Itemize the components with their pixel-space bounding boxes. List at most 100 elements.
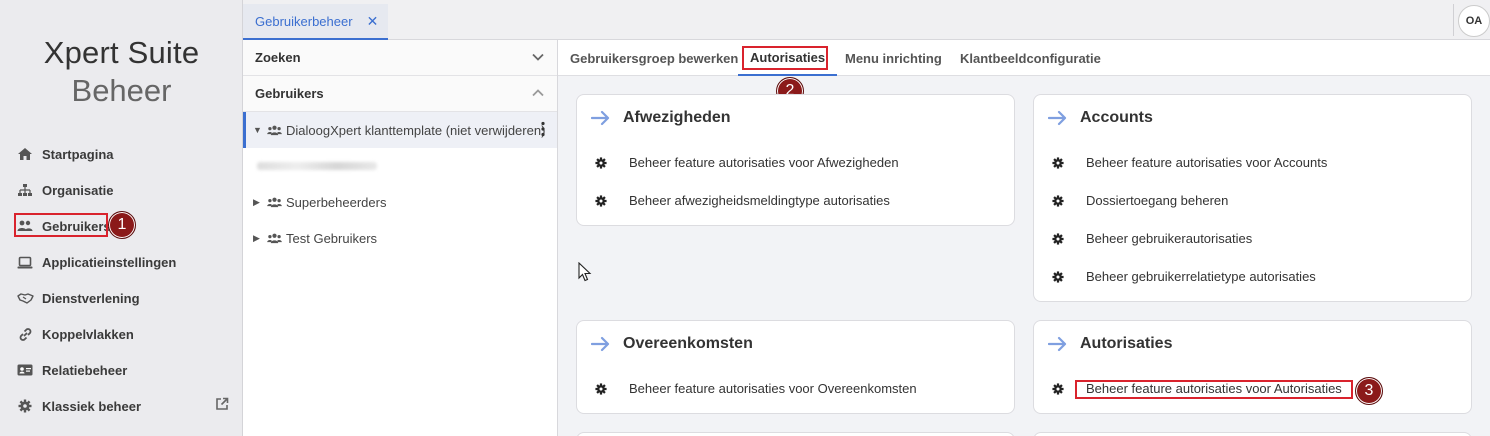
arrow-right-icon — [591, 110, 611, 126]
tree-node-superbeheerders[interactable]: ▶ Superbeheerders — [243, 184, 557, 220]
card-title-label: Overeenkomsten — [623, 335, 753, 352]
avatar[interactable]: OA — [1458, 5, 1490, 37]
card-accounts: Accounts Beheer feature autorisaties voo… — [1033, 94, 1472, 302]
tab-menu-inrichting[interactable]: Menu inrichting — [845, 40, 942, 76]
sidebar-item-label: Klassiek beheer — [42, 398, 142, 414]
sub-tab-bar: Gebruikersgroep bewerken Autorisaties Me… — [558, 40, 1490, 76]
tree-node-label: Superbeheerders — [286, 194, 387, 210]
link-afwezigheidsmeldingtype[interactable]: Beheer afwezigheidsmeldingtype autorisat… — [595, 193, 890, 208]
sidebar: Xpert Suite Beheer Startpagina Organisat… — [0, 0, 243, 436]
tree-node-dialoogxpert[interactable]: ▼ DialoogXpert klanttemplate (niet verwi… — [243, 112, 557, 148]
divider — [1453, 4, 1454, 36]
arrow-right-icon — [1048, 110, 1068, 126]
link-label: Dossiertoegang beheren — [1086, 193, 1229, 208]
card-title: Afwezigheden — [591, 109, 731, 127]
sitemap-icon — [16, 181, 34, 199]
link-afwezigheden-feature[interactable]: Beheer feature autorisaties voor Afwezig… — [595, 155, 899, 170]
card-title: Accounts — [1048, 109, 1153, 127]
close-icon[interactable]: ✕ — [367, 13, 379, 30]
link-label: Beheer gebruikerautorisaties — [1086, 231, 1253, 246]
tree-node-test-gebruikers[interactable]: ▶ Test Gebruikers — [243, 220, 557, 256]
sidebar-item-label: Koppelvlakken — [42, 326, 134, 342]
sidebar-item-koppelvlakken[interactable]: Koppelvlakken — [0, 316, 243, 352]
sidebar-item-klassiek-beheer[interactable]: Klassiek beheer — [0, 388, 243, 424]
sidebar-item-label: Dienstverlening — [42, 290, 140, 306]
sidebar-item-dienstverlening[interactable]: Dienstverlening — [0, 280, 243, 316]
users-icon — [267, 197, 282, 208]
redacted-label — [257, 162, 377, 170]
highlight-autorisaties-tab — [742, 46, 828, 70]
gear-icon — [1052, 232, 1066, 245]
kebab-menu-icon[interactable] — [541, 121, 545, 140]
link-label: Beheer feature autorisaties voor Account… — [1086, 155, 1328, 170]
link-label: Beheer feature autorisaties voor Overeen… — [629, 381, 917, 396]
card-title: Autorisaties — [1048, 335, 1172, 353]
link-label: Beheer afwezigheidsmeldingtype autorisat… — [629, 193, 890, 208]
annotation-marker-1: 1 — [108, 211, 136, 239]
gear-icon — [595, 382, 609, 395]
tree-panel: Zoeken Gebruikers ▼ DialoogXpert klantte… — [243, 40, 558, 436]
caret-right-icon[interactable]: ▶ — [253, 197, 263, 208]
tree-node-redacted[interactable] — [243, 148, 557, 184]
users-icon — [267, 125, 282, 136]
sidebar-item-label: Applicatieinstellingen — [42, 254, 177, 270]
caret-down-icon[interactable]: ▼ — [253, 125, 263, 135]
arrow-right-icon — [1048, 336, 1068, 352]
gear-icon — [595, 156, 609, 169]
users-icon — [267, 233, 282, 244]
tree-node-label: Test Gebruikers — [286, 230, 378, 246]
main-content: Gebruikersgroep bewerken Autorisaties Me… — [558, 40, 1490, 436]
card-title-label: Accounts — [1080, 109, 1153, 126]
gear-icon — [595, 194, 609, 207]
card-partial-left — [576, 432, 1015, 436]
users-section-header[interactable]: Gebruikers — [243, 76, 557, 112]
search-section-label: Zoeken — [255, 50, 301, 65]
arrow-right-icon — [591, 336, 611, 352]
caret-right-icon[interactable]: ▶ — [253, 233, 263, 244]
link-dossiertoegang[interactable]: Dossiertoegang beheren — [1052, 193, 1228, 208]
top-tab-bar: Gebruikerbeheer ✕ OA — [243, 0, 1490, 40]
gear-icon — [16, 397, 34, 415]
sidebar-item-organisatie[interactable]: Organisatie — [0, 172, 243, 208]
external-link-icon[interactable] — [215, 397, 229, 414]
laptop-icon — [16, 253, 34, 271]
card-title-label: Afwezigheden — [623, 109, 731, 126]
link-accounts-feature[interactable]: Beheer feature autorisaties voor Account… — [1052, 155, 1327, 170]
tab-gebruikerbeheer[interactable]: Gebruikerbeheer ✕ — [243, 4, 388, 40]
chevron-up-icon — [531, 86, 545, 101]
search-section-header[interactable]: Zoeken — [243, 40, 557, 76]
sidebar-nav: Startpagina Organisatie Gebruikers Appli… — [0, 136, 243, 424]
mouse-cursor-icon — [578, 261, 592, 287]
tab-gebruikersgroep-bewerken[interactable]: Gebruikersgroep bewerken — [570, 40, 738, 76]
sidebar-item-applicatieinstellingen[interactable]: Applicatieinstellingen — [0, 244, 243, 280]
card-afwezigheden: Afwezigheden Beheer feature autorisaties… — [576, 94, 1015, 226]
highlight-gebruikers — [14, 213, 108, 237]
id-card-icon — [16, 361, 34, 379]
annotation-marker-3: 3 — [1355, 377, 1383, 405]
link-label: Beheer feature autorisaties voor Afwezig… — [629, 155, 899, 170]
highlight-autorisaties-link — [1075, 380, 1353, 399]
link-label: Beheer gebruikerrelatietype autorisaties — [1086, 269, 1316, 284]
card-title-label: Autorisaties — [1080, 335, 1173, 352]
sidebar-item-label: Relatiebeheer — [42, 362, 128, 378]
handshake-icon — [16, 289, 34, 307]
link-gebruikerautorisaties[interactable]: Beheer gebruikerautorisaties — [1052, 231, 1252, 246]
link-icon — [16, 325, 34, 343]
home-icon — [16, 145, 34, 163]
logo: Xpert Suite Beheer — [0, 34, 243, 110]
gear-icon — [1052, 194, 1066, 207]
gear-icon — [1052, 156, 1066, 169]
app: Xpert Suite Beheer Startpagina Organisat… — [0, 0, 1490, 436]
sidebar-item-relatiebeheer[interactable]: Relatiebeheer — [0, 352, 243, 388]
gear-icon — [1052, 382, 1066, 395]
link-overeenkomsten-feature[interactable]: Beheer feature autorisaties voor Overeen… — [595, 381, 917, 396]
tab-klantbeeldconfiguratie[interactable]: Klantbeeldconfiguratie — [960, 40, 1101, 76]
link-gebruikerrelatietype[interactable]: Beheer gebruikerrelatietype autorisaties — [1052, 269, 1316, 284]
sidebar-item-startpagina[interactable]: Startpagina — [0, 136, 243, 172]
logo-line1: Xpert Suite — [43, 35, 200, 70]
card-title: Overeenkomsten — [591, 335, 753, 353]
card-autorisaties: Autorisaties Beheer feature autorisaties… — [1033, 320, 1472, 414]
logo-line2: Beheer — [71, 73, 172, 108]
tree-node-label: DialoogXpert klanttemplate (niet verwijd… — [286, 122, 546, 138]
card-overeenkomsten: Overeenkomsten Beheer feature autorisati… — [576, 320, 1015, 414]
